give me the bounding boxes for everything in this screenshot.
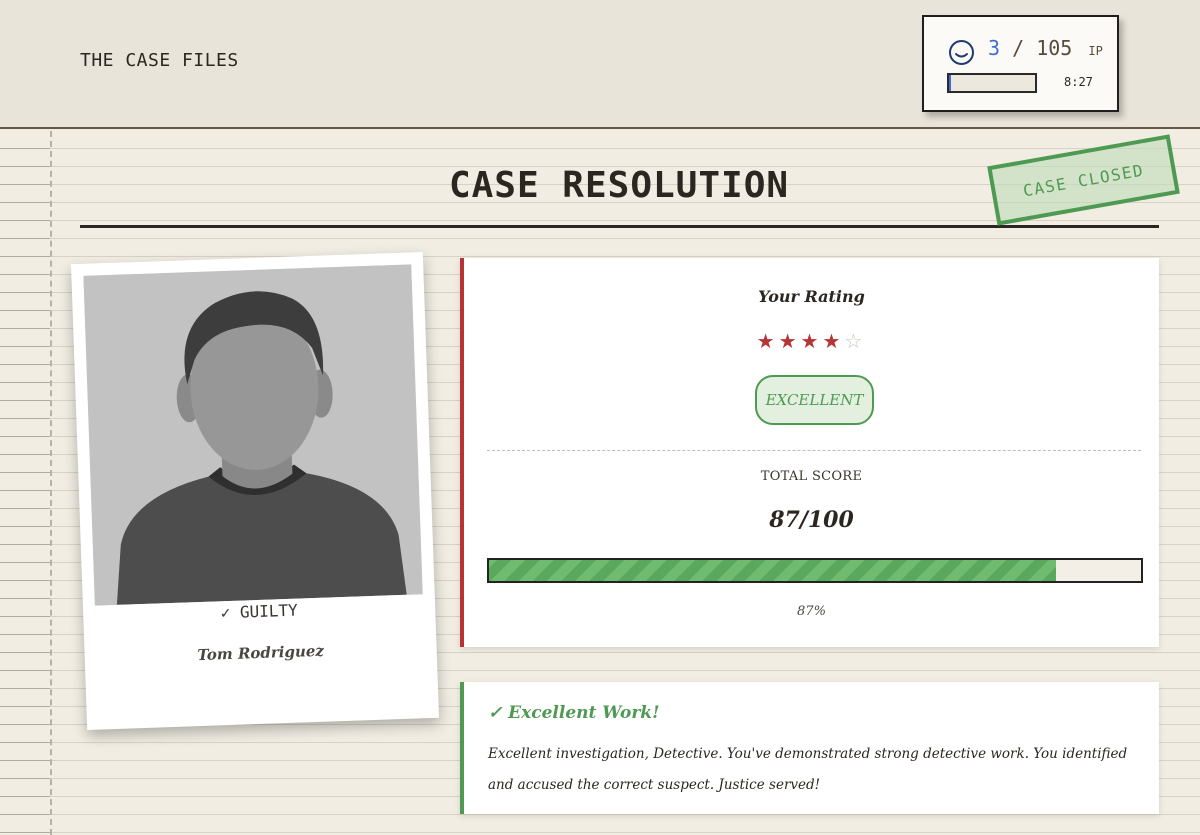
star-filled-icon: ★ [822,329,845,353]
top-bar: THE CASE FILES 3 / 105 IP 8:27 [0,0,1200,129]
ip-unit: IP [1088,44,1103,58]
ip-max: 105 [1036,36,1073,60]
star-filled-icon: ★ [800,329,823,353]
suspect-photo [83,264,423,606]
investigation-points-panel: 3 / 105 IP 8:27 [922,15,1119,112]
paper-margin-line [50,131,52,835]
star-filled-icon: ★ [778,329,801,353]
ip-progress-bar [947,73,1037,93]
feedback-card: ✓ Excellent Work! Excellent investigatio… [460,682,1159,814]
smiley-face-icon [949,40,974,65]
timer: 8:27 [1064,75,1093,89]
total-score-value: 87/100 [769,507,854,533]
suspect-polaroid: ✓ GUILTY Tom Rodriguez [70,251,440,731]
score-percent: 87% [797,604,826,619]
rating-label: Your Rating [758,287,865,306]
suspect-name: Tom Rodriguez [197,641,325,665]
ip-separator: / [1012,36,1025,60]
star-filled-icon: ★ [756,329,779,353]
suspect-silhouette-icon [83,264,423,606]
ip-current: 3 [988,36,1001,60]
section-divider [487,450,1141,451]
star-rating: ★★★★☆ [464,329,1159,353]
feedback-text: Excellent investigation, Detective. You'… [488,746,1128,793]
rating-card: Your Rating ★★★★☆ EXCELLENT TOTAL SCORE … [460,258,1159,647]
feedback-title: ✓ Excellent Work! [488,703,660,723]
score-progress-bar [487,558,1143,583]
star-empty-icon: ☆ [844,329,867,353]
ip-counter: 3 / 105 IP [988,36,1103,60]
rating-badge: EXCELLENT [755,375,874,425]
paper-margin-strip [0,131,50,835]
ip-progress-fill [949,75,952,91]
score-progress-fill [489,560,1057,581]
brand-title: THE CASE FILES [80,50,239,71]
total-score-label: TOTAL SCORE [760,469,863,484]
